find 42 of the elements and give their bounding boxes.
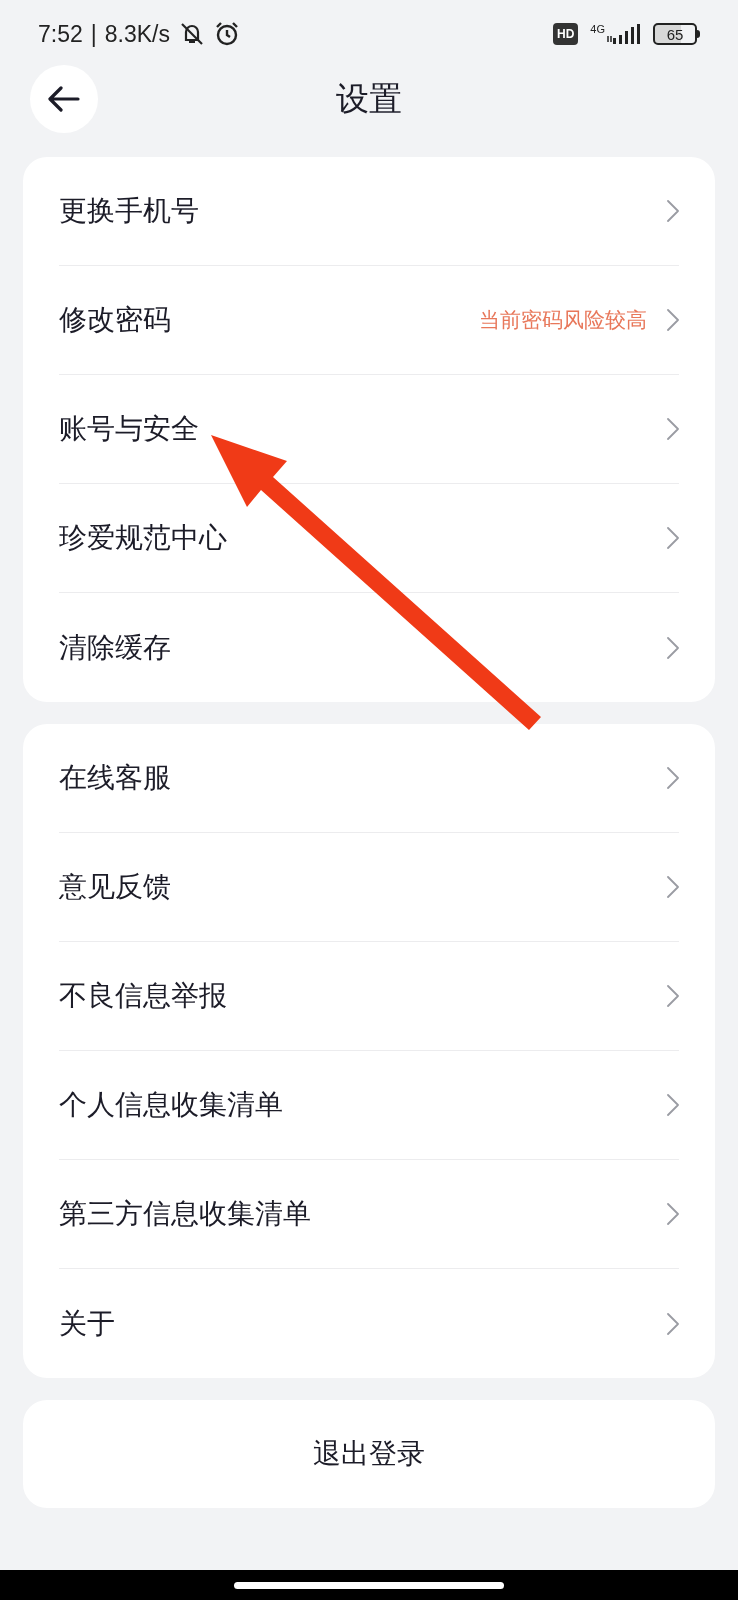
row-label: 个人信息收集清单 <box>59 1088 284 1122</box>
logout-button[interactable]: 退出登录 <box>23 1400 715 1508</box>
status-separator: | <box>90 19 97 49</box>
settings-row[interactable]: 清除缓存 <box>59 593 679 702</box>
settings-row[interactable]: 第三方信息收集清单 <box>59 1160 679 1269</box>
status-time: 7:52 <box>38 19 83 49</box>
settings-row[interactable]: 个人信息收集清单 <box>59 1051 679 1160</box>
signal-icon <box>607 24 641 44</box>
back-arrow-icon <box>48 86 80 112</box>
network-type: 4G <box>590 24 605 35</box>
chevron-right-icon <box>667 767 679 789</box>
settings-row[interactable]: 不良信息举报 <box>59 942 679 1051</box>
settings-row[interactable]: 在线客服 <box>59 724 679 833</box>
row-label: 意见反馈 <box>59 870 172 904</box>
chevron-right-icon <box>667 1203 679 1225</box>
row-label: 在线客服 <box>59 761 172 795</box>
network-speed: 8.3K/s <box>104 19 170 49</box>
row-label: 关于 <box>59 1306 116 1341</box>
row-label: 清除缓存 <box>59 630 172 665</box>
settings-row[interactable]: 更换手机号 <box>59 157 679 266</box>
settings-row[interactable]: 修改密码 当前密码风险较高 <box>59 266 679 375</box>
row-label: 账号与安全 <box>59 412 200 446</box>
hd-badge: HD <box>552 23 579 45</box>
chevron-right-icon <box>667 985 679 1007</box>
chevron-right-icon <box>667 418 679 440</box>
row-label: 不良信息举报 <box>59 979 228 1013</box>
settings-row[interactable]: 关于 <box>59 1269 679 1378</box>
row-label: 第三方信息收集清单 <box>59 1197 312 1231</box>
settings-row[interactable]: 意见反馈 <box>59 833 679 942</box>
chevron-right-icon <box>667 309 679 331</box>
chevron-right-icon <box>667 636 679 659</box>
row-label: 修改密码 <box>59 303 172 337</box>
row-label: 珍爱规范中心 <box>59 521 228 555</box>
page-title: 设置 <box>336 79 402 120</box>
chevron-right-icon <box>667 1312 679 1335</box>
chevron-right-icon <box>667 200 679 222</box>
chevron-right-icon <box>667 527 679 549</box>
battery-level: 65 <box>666 26 684 42</box>
chevron-right-icon <box>667 876 679 898</box>
chevron-right-icon <box>667 1094 679 1116</box>
row-label: 更换手机号 <box>59 194 200 228</box>
password-risk-note: 当前密码风险较高 <box>479 307 647 334</box>
